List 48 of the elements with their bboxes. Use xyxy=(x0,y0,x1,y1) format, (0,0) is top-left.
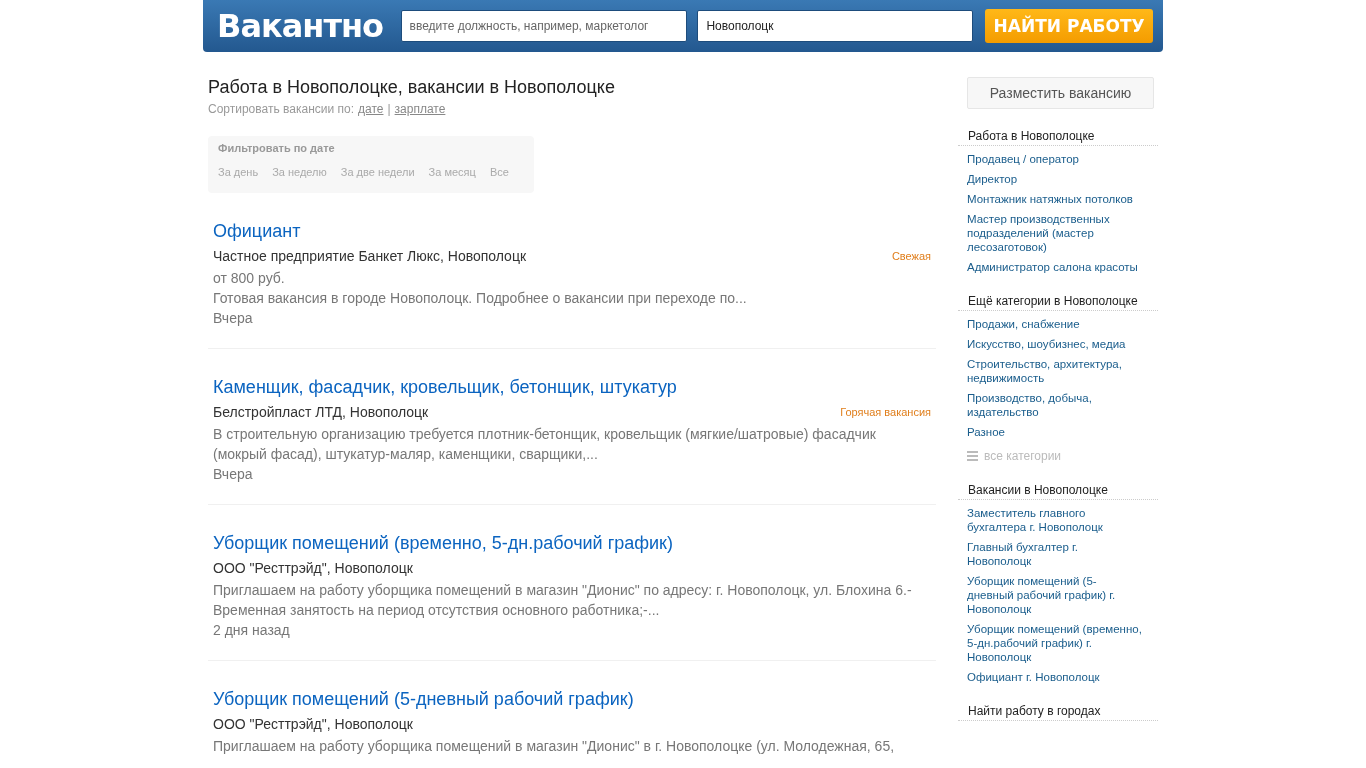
section-heading: Вакансии в Новополоцке xyxy=(958,483,1158,500)
site-logo[interactable]: Вакантно xyxy=(217,7,391,45)
sidebar-link[interactable]: Администратор салона красоты xyxy=(958,260,1158,274)
job-description: В строительную организацию требуется плотник-бетонщик, кровельщик (мягкие/шатровые) фасадчик (мокрый фасад), штукатур-маляр, каменщики, сварщики,... xyxy=(213,425,877,464)
job-description: Готовая вакансия в городе Новополоцк. Подробнее о вакансии при переходе по... xyxy=(213,289,748,308)
sort-label: Сортировать вакансии по: xyxy=(208,102,354,116)
company-name: Частное предприятие Банкет Люкс, Новополоцк xyxy=(213,248,527,264)
sidebar-link[interactable]: Уборщик помещений (временно, 5-дн.рабочий график) г. Новополоцк xyxy=(958,622,1158,664)
sidebar-link[interactable]: Главный бухгалтер г. Новополоцк xyxy=(958,540,1158,568)
company-name: ООО "Ресттрэйд", Новополоцк xyxy=(213,560,413,576)
sidebar-link[interactable]: Производство, добыча, издательство xyxy=(958,391,1158,419)
sidebar-link[interactable]: Заместитель главного бухгалтера г. Новополоцк xyxy=(958,506,1158,534)
post-date: Вчера xyxy=(213,309,254,328)
salary: от 800 руб. xyxy=(213,269,286,288)
sidebar-link[interactable]: Строительство, архитектура, недвижимость xyxy=(958,357,1158,385)
page-title: Работа в Новополоцке, вакансии в Новополоцке xyxy=(208,77,616,98)
job-tag: Горячая вакансия xyxy=(840,406,931,418)
sidebar-link[interactable]: Монтажник натяжных потолков xyxy=(958,192,1158,206)
company-name: Белстройпласт ЛТД, Новополоцк xyxy=(213,404,429,420)
sidebar-link[interactable]: Разное xyxy=(958,425,1158,439)
list-icon xyxy=(967,451,978,461)
sidebar-link[interactable]: Искусство, шоубизнес, медиа xyxy=(958,337,1158,351)
sidebar-link[interactable]: Мастер производственных подразделений (мастер лесозаготовок) xyxy=(958,212,1158,254)
job-title-link[interactable]: Официант xyxy=(213,221,931,242)
job-title-link[interactable]: Уборщик помещений (временно, 5-дн.рабочий график) xyxy=(213,533,931,554)
sort-link[interactable]: зарплате xyxy=(394,102,446,116)
company-name: ООО "Ресттрэйд", Новополоцк xyxy=(213,716,413,732)
sidebar-link[interactable]: Официант г. Новополоцк xyxy=(958,670,1158,684)
post-vacancy-button[interactable]: Разместить вакансию xyxy=(967,77,1154,109)
sidebar-link[interactable]: Директор xyxy=(958,172,1158,186)
job-search-field[interactable]: введите должность, например, маркетолог xyxy=(400,10,688,42)
post-date: Вчера xyxy=(213,465,254,484)
sidebar-link[interactable]: Продавец / оператор xyxy=(958,152,1158,166)
job-tag: Свежая xyxy=(891,250,931,262)
sidebar-link[interactable]: Продажи, снабжение xyxy=(958,317,1158,331)
job-description: Приглашаем на работу уборщика помещений в магазин "Дионис" по адресу: г. Новополоцк, ул. Блохина 6.-Временная занятость на период отсутствия основного работника;-... xyxy=(213,581,913,620)
section-heading: Ещё категории в Новополоцке xyxy=(958,294,1158,311)
filter-title: Фильтровать по дате xyxy=(218,142,336,154)
job-title-link[interactable]: Каменщик, фасадчик, кровельщик, бетонщик, штукатур xyxy=(213,377,931,398)
city-field[interactable]: Новополоцк xyxy=(697,10,974,42)
section-heading: Работа в Новополоцке xyxy=(958,129,1158,146)
post-date: 2 дня назад xyxy=(213,621,291,640)
job-title-link[interactable]: Уборщик помещений (5-дневный рабочий график) xyxy=(213,689,931,710)
section-heading: Найти работу в городах xyxy=(958,704,1158,721)
sidebar-link[interactable]: Уборщик помещений (5-дневный рабочий график) г. Новополоцк xyxy=(958,574,1158,616)
job-description: Приглашаем на работу уборщика помещений в магазин "Дионис" в г. Новополоцке (ул. Молодежная, 65, xyxy=(213,737,896,756)
separator: | xyxy=(387,102,391,116)
sort-link[interactable]: дате xyxy=(358,102,384,116)
